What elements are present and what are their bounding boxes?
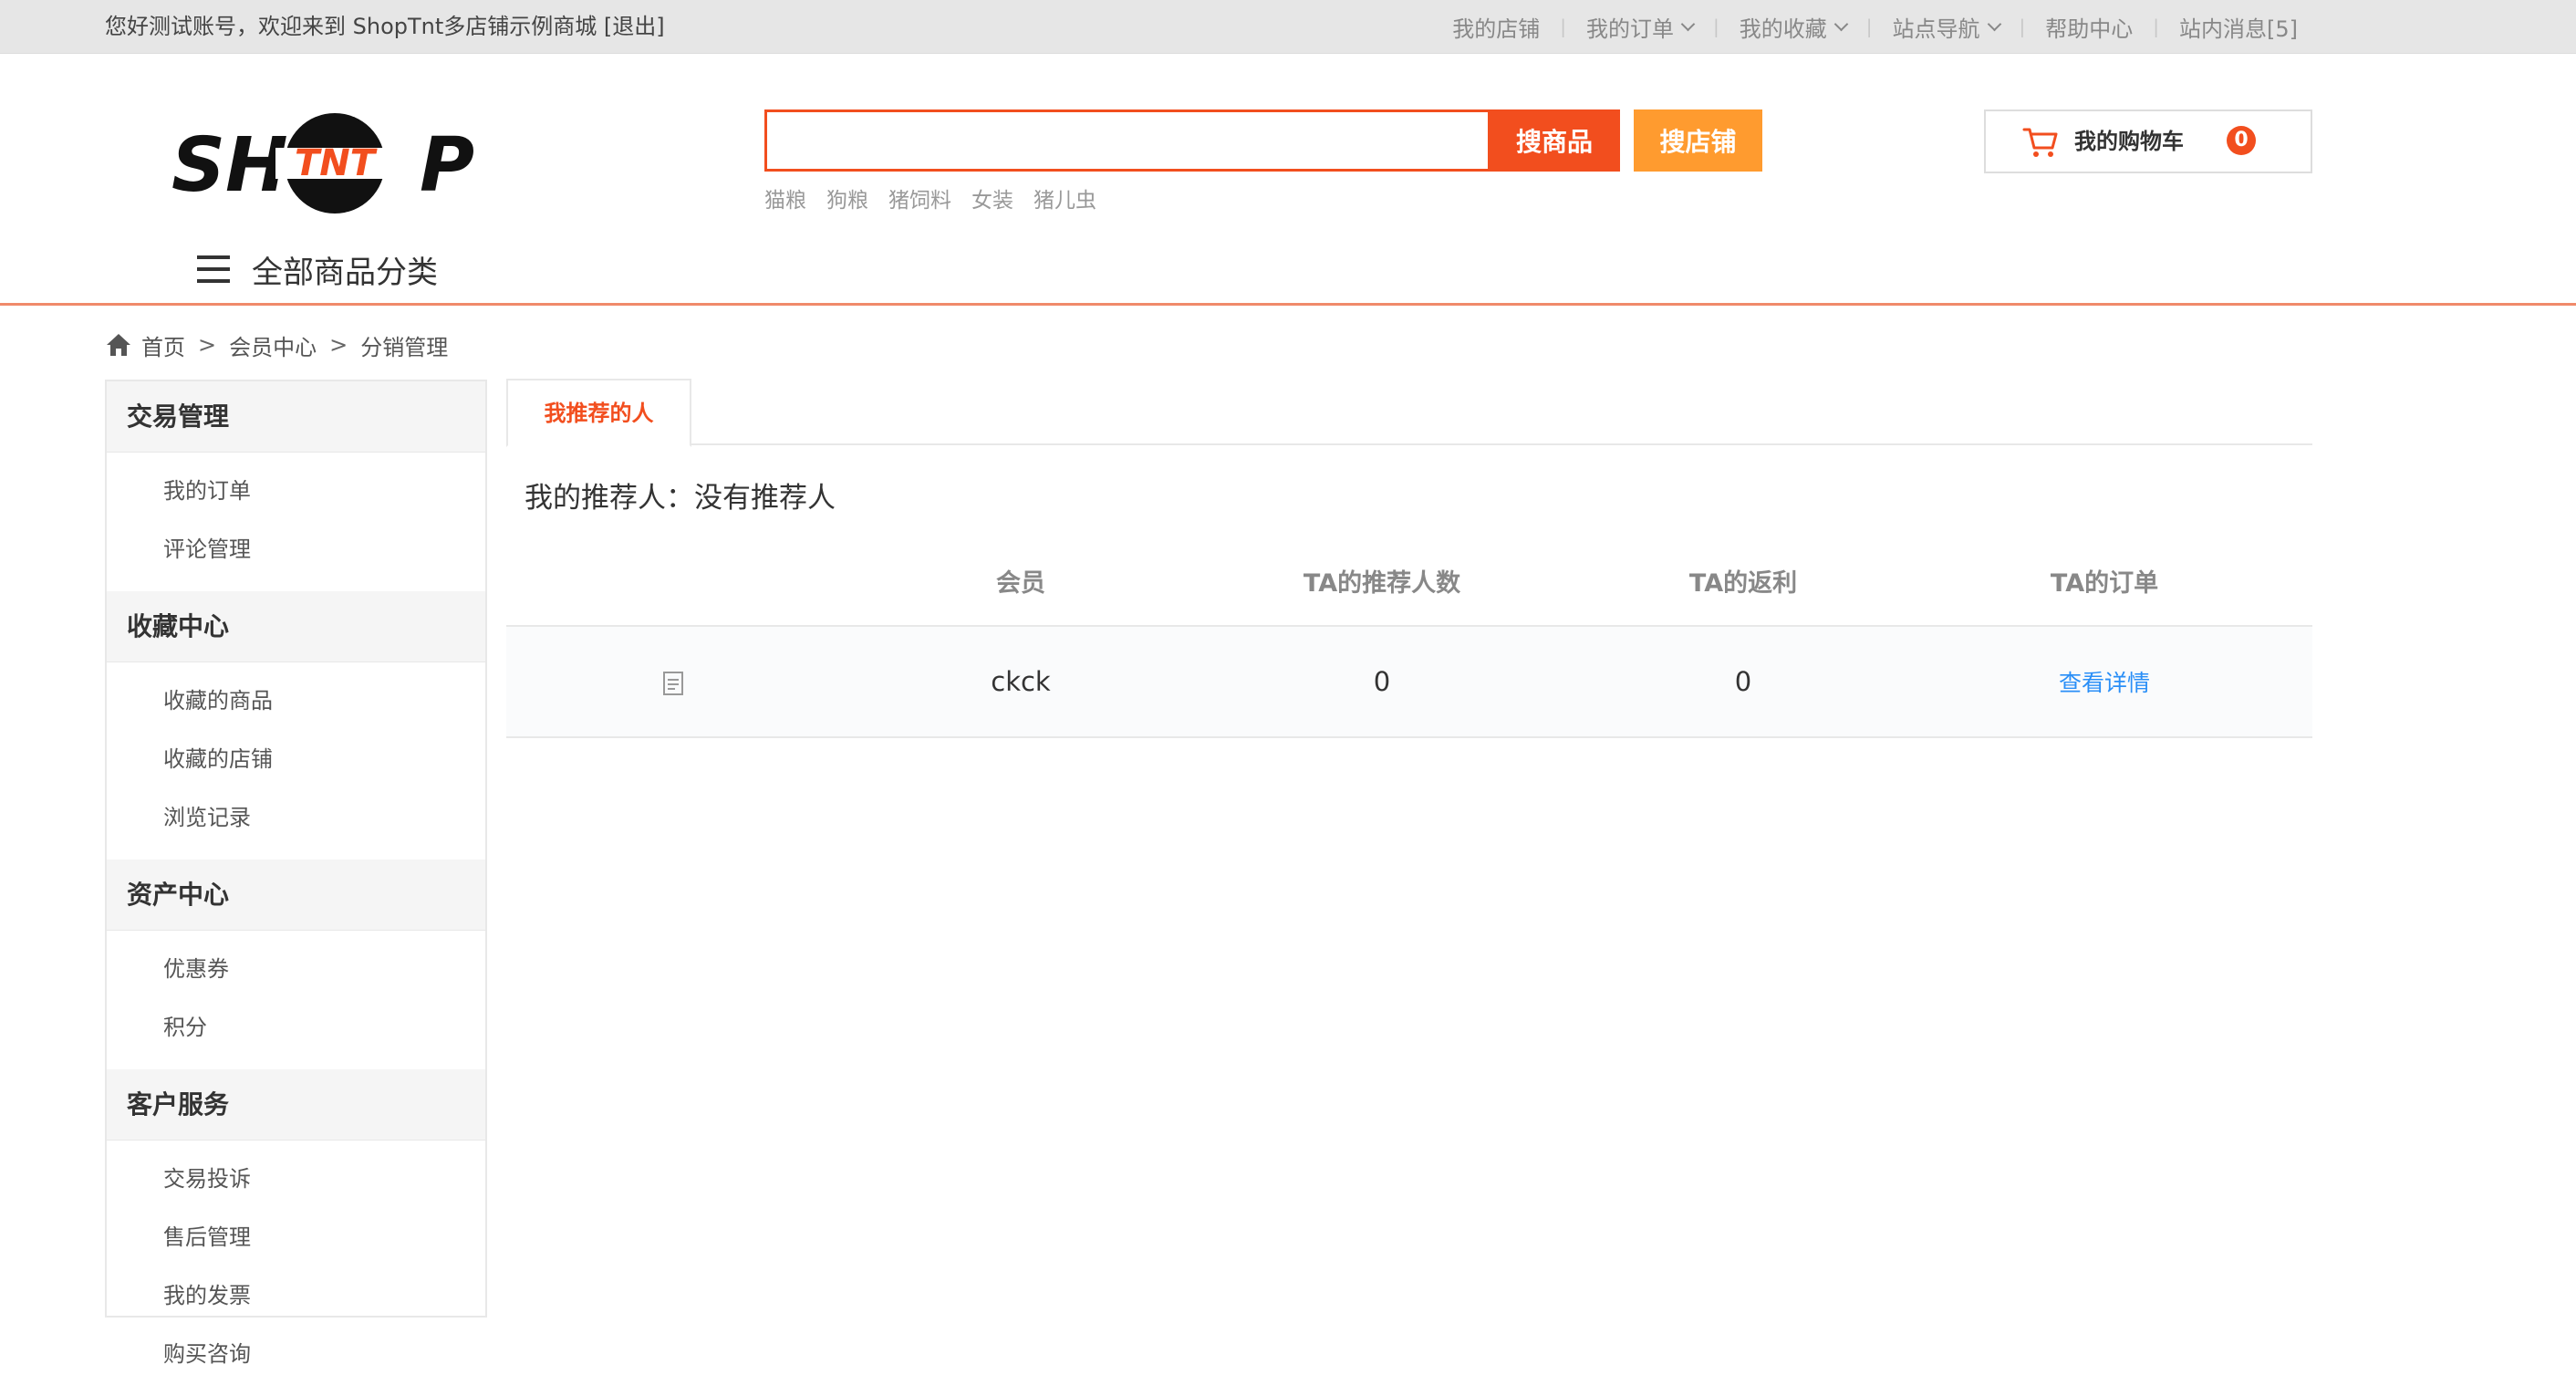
table-header: 会员 TA的推荐人数 TA的返利 TA的订单 [506, 547, 2312, 627]
top-nav-label: 我的店铺 [1452, 16, 1541, 42]
search-goods-button[interactable]: 搜商品 [1489, 109, 1620, 172]
breadcrumb-separator: > [329, 332, 348, 358]
cart-button[interactable]: 我的购物车 0 [1984, 109, 2312, 173]
sidebar-group-title: 资产中心 [107, 859, 485, 931]
search-shop-button[interactable]: 搜店铺 [1634, 109, 1762, 172]
sidebar-group-service: 客户服务 交易投诉 售后管理 我的发票 购买咨询 [107, 1069, 485, 1396]
sidebar-item-invoices[interactable]: 我的发票 [107, 1266, 485, 1325]
referrer-text: 我的推荐人：没有推荐人 [525, 482, 836, 515]
sidebar-item-complaints[interactable]: 交易投诉 [107, 1150, 485, 1208]
search-input[interactable] [767, 112, 1488, 169]
nav-divider: | [1713, 16, 1719, 37]
cell-orders: 查看详情 [1924, 627, 2285, 736]
header-divider [0, 303, 2576, 306]
top-nav-help-center[interactable]: 帮助中心 [2045, 11, 2133, 43]
chevron-down-icon [1833, 16, 1849, 31]
top-nav-my-favorites[interactable]: 我的收藏 [1739, 11, 1849, 43]
cell-referrals: 0 [1373, 666, 1391, 697]
cart-icon [2022, 128, 2058, 157]
sidebar-group-favorites: 收藏中心 收藏的商品 收藏的店铺 浏览记录 [107, 591, 485, 859]
sidebar-group-trade: 交易管理 我的订单 评论管理 [107, 381, 485, 591]
cell-member: ckck [991, 666, 1051, 697]
all-categories-menu[interactable]: 全部商品分类 [197, 245, 438, 294]
sidebar-item-fav-shops[interactable]: 收藏的店铺 [107, 730, 485, 788]
breadcrumb-separator: > [198, 332, 217, 358]
sidebar: 交易管理 我的订单 评论管理 收藏中心 收藏的商品 收藏的店铺 浏览记录 资产中… [105, 380, 487, 1367]
hot-word[interactable]: 狗粮 [826, 182, 868, 214]
breadcrumb: 首页 > 会员中心 > 分销管理 [105, 327, 448, 363]
cell-rebate: 0 [1734, 666, 1752, 697]
hot-word[interactable]: 猪饲料 [888, 182, 951, 214]
svg-text:TNT: TNT [295, 142, 378, 184]
breadcrumb-distribution: 分销管理 [360, 334, 449, 360]
column-header [506, 547, 840, 625]
breadcrumb-home[interactable]: 首页 [141, 329, 185, 361]
sidebar-group-title: 客户服务 [107, 1069, 485, 1141]
column-header-member: 会员 [996, 569, 1045, 598]
sidebar-group-assets: 资产中心 优惠券 积分 [107, 859, 485, 1069]
search-box [764, 109, 1491, 172]
row-icon-cell [506, 627, 840, 736]
top-nav-messages[interactable]: 站内消息[5] [2179, 11, 2298, 43]
sidebar-group-title: 交易管理 [107, 381, 485, 453]
top-nav-my-shop[interactable]: 我的店铺 [1452, 11, 1540, 43]
top-nav-my-orders[interactable]: 我的订单 [1586, 11, 1696, 43]
greeting-text: 您好测试账号，欢迎来到 ShopTnt多店铺示例商城 [105, 14, 597, 39]
nav-divider: | [2019, 16, 2026, 37]
sidebar-item-fav-goods[interactable]: 收藏的商品 [107, 672, 485, 730]
sidebar-item-coupons[interactable]: 优惠券 [107, 940, 485, 998]
nav-divider: | [2153, 16, 2159, 37]
sidebar-item-points[interactable]: 积分 [107, 998, 485, 1057]
nav-divider: | [1865, 16, 1873, 37]
document-icon [663, 672, 683, 695]
chevron-down-icon [1680, 16, 1696, 31]
column-header-orders: TA的订单 [2050, 569, 2159, 598]
view-details-link[interactable]: 查看详情 [2059, 670, 2150, 696]
referrals-table: 会员 TA的推荐人数 TA的返利 TA的订单 ckck 0 0 查看详情 [506, 547, 2312, 738]
top-bar: 您好测试账号，欢迎来到 ShopTnt多店铺示例商城 [退出] 我的店铺 | 我… [0, 0, 2576, 54]
table-row: ckck 0 0 查看详情 [506, 627, 2312, 738]
sidebar-item-my-orders[interactable]: 我的订单 [107, 462, 485, 520]
sidebar-item-comments[interactable]: 评论管理 [107, 520, 485, 578]
cart-count-badge: 0 [2227, 126, 2256, 155]
hot-word[interactable]: 猫粮 [764, 182, 806, 214]
category-label: 全部商品分类 [252, 254, 438, 291]
home-icon [107, 334, 130, 356]
greeting: 您好测试账号，欢迎来到 ShopTnt多店铺示例商城 [退出] [105, 0, 665, 53]
chevron-down-icon [1987, 16, 2001, 31]
sidebar-group-title: 收藏中心 [107, 591, 485, 662]
top-nav: 我的店铺 | 我的订单 | 我的收藏 | 站点导航 | 帮助中心 | 站内消息[… [1452, 0, 2298, 53]
logout-link[interactable]: [退出] [604, 14, 665, 39]
sidebar-item-consultation[interactable]: 购买咨询 [107, 1325, 485, 1383]
sidebar-item-after-sale[interactable]: 售后管理 [107, 1208, 485, 1266]
hot-word[interactable]: 猪儿虫 [1034, 182, 1096, 214]
breadcrumb-member-center[interactable]: 会员中心 [229, 329, 317, 361]
top-nav-label: 站点导航 [1892, 16, 1980, 42]
svg-text:SH: SH [171, 122, 288, 209]
top-nav-site-map[interactable]: 站点导航 [1892, 11, 2001, 43]
column-header-referrals: TA的推荐人数 [1303, 569, 1461, 598]
hot-word[interactable]: 女装 [971, 182, 1013, 214]
cart-label: 我的购物车 [2074, 129, 2184, 154]
top-nav-label: 我的订单 [1586, 16, 1674, 42]
tab-my-referrals[interactable]: 我推荐的人 [506, 379, 691, 447]
top-nav-label: 帮助中心 [2045, 16, 2134, 42]
site-logo[interactable]: SH TNT P [171, 113, 482, 214]
svg-text:P: P [420, 122, 474, 209]
sidebar-item-history[interactable]: 浏览记录 [107, 788, 485, 847]
column-header-rebate: TA的返利 [1688, 569, 1798, 598]
nav-divider: | [1560, 16, 1566, 37]
hot-words: 猫粮 狗粮 猪饲料 女装 猪儿虫 [764, 182, 1096, 214]
top-nav-label: 站内消息[5] [2179, 16, 2298, 42]
menu-icon [197, 255, 230, 283]
top-nav-label: 我的收藏 [1739, 16, 1827, 42]
tab-bar: 我推荐的人 [506, 379, 2312, 447]
